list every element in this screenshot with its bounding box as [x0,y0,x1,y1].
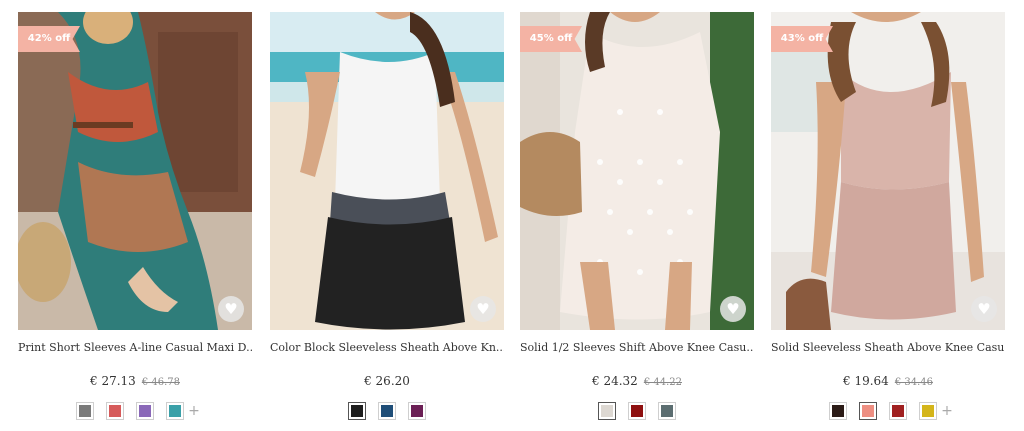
product-image[interactable]: ♥ [270,12,504,330]
original-price: € 34.46 [894,377,933,388]
color-swatch[interactable] [829,402,848,420]
current-price: € 27.13 [90,374,136,388]
woman-in-white-dotted-dress-photo [520,12,754,330]
heart-icon[interactable]: ♥ [971,296,997,322]
color-swatches [270,401,504,421]
color-swatch[interactable] [136,402,155,420]
woman-in-paisley-maxi-dress-photo [18,12,252,330]
product-title[interactable]: Print Short Sleeves A-line Casual Maxi D… [18,341,252,357]
price-row: € 27.13 € 46.78 [18,370,252,388]
color-swatch[interactable] [889,402,908,420]
color-swatch[interactable] [658,402,676,420]
heart-icon[interactable]: ♥ [720,296,746,322]
woman-in-white-black-dress-beach-photo [270,12,504,330]
woman-in-pink-knit-dress-photo [771,12,1005,330]
more-colors-plus-icon[interactable]: + [188,403,200,419]
color-swatches: + [771,401,1005,421]
product-title[interactable]: Color Block Sleeveless Sheath Above Kn..… [270,341,504,357]
product-title[interactable]: Solid Sleeveless Sheath Above Knee Casu.… [771,341,1005,357]
price-row: € 19.64 € 34.46 [771,370,1005,388]
original-price: € 44.22 [643,377,682,388]
product-grid: 42% off ♥ Print Short Sleeves A-line Cas… [0,0,1024,431]
color-swatch[interactable] [348,402,366,420]
product-image[interactable]: 43% off ♥ [771,12,1005,330]
heart-icon[interactable]: ♥ [470,296,496,322]
discount-badge: 43% off [771,26,833,52]
discount-badge: 45% off [520,26,582,52]
current-price: € 19.64 [843,374,889,388]
product-card[interactable]: 45% off ♥ Solid 1/2 Sleeves Shift Above … [520,12,754,427]
current-price: € 26.20 [364,374,410,388]
price-row: € 26.20 [270,370,504,388]
heart-icon[interactable]: ♥ [218,296,244,322]
product-image[interactable]: 45% off ♥ [520,12,754,330]
color-swatch[interactable] [628,402,646,420]
color-swatch[interactable] [106,402,125,420]
product-card[interactable]: 43% off ♥ Solid Sleeveless Sheath Above … [771,12,1005,427]
product-card[interactable]: ♥ Color Block Sleeveless Sheath Above Kn… [270,12,504,427]
color-swatches [520,401,754,421]
color-swatches: + [18,401,252,421]
current-price: € 24.32 [592,374,638,388]
original-price: € 46.78 [141,377,180,388]
color-swatch[interactable] [598,402,616,420]
more-colors-plus-icon[interactable]: + [941,403,953,419]
color-swatch[interactable] [166,402,185,420]
color-swatch[interactable] [76,402,95,420]
color-swatch[interactable] [408,402,426,420]
product-image[interactable]: 42% off ♥ [18,12,252,330]
color-swatch[interactable] [378,402,396,420]
discount-badge: 42% off [18,26,80,52]
price-row: € 24.32 € 44.22 [520,370,754,388]
color-swatch[interactable] [919,402,938,420]
color-swatch[interactable] [859,402,878,420]
product-card[interactable]: 42% off ♥ Print Short Sleeves A-line Cas… [18,12,252,427]
product-title[interactable]: Solid 1/2 Sleeves Shift Above Knee Casu.… [520,341,754,357]
